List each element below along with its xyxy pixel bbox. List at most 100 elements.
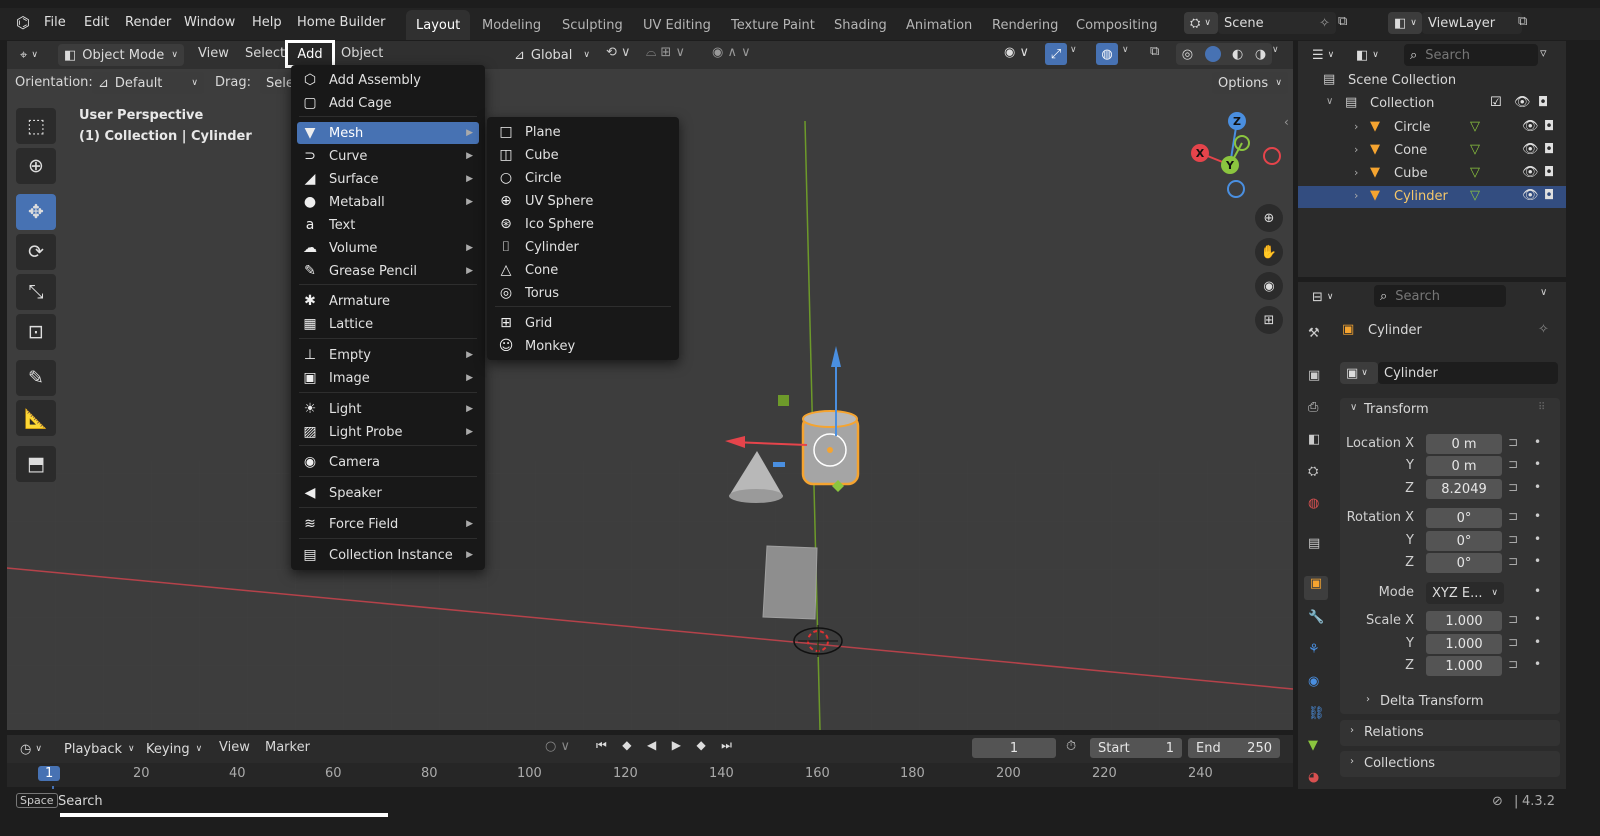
keyframe-dot-icon[interactable]: • (1534, 457, 1541, 471)
tab-rendering[interactable]: Rendering (982, 10, 1068, 40)
outliner-search-input[interactable]: ⌕ Search (1404, 44, 1538, 66)
add-menu-item-metaball[interactable]: ● Metaball ▶ (297, 191, 479, 213)
lock-icon[interactable]: ⊐ (1508, 532, 1518, 546)
menu-file[interactable]: File (44, 15, 66, 30)
add-menu-item-add-cage[interactable]: ▢ Add Cage (297, 92, 479, 114)
menu-edit[interactable]: Edit (84, 15, 109, 30)
camera-view-icon[interactable]: ◉ (1255, 272, 1283, 300)
shading-mode-group[interactable]: ◎ ◐ ◑ (1176, 43, 1272, 65)
menu-home-builder[interactable]: Home Builder (297, 15, 386, 30)
outliner-display-mode[interactable]: ◧ ∨ (1350, 44, 1386, 66)
current-frame-field[interactable]: 1 (972, 738, 1056, 758)
outliner-row-circle[interactable]: › ▼ Circle ▽ 👁 ◘ (1298, 117, 1566, 139)
viewport-menu-add[interactable]: Add (285, 40, 335, 68)
panel-drag-handle-icon[interactable]: ⠿ (1538, 402, 1545, 413)
outliner-row-cylinder[interactable]: › ▼ Cylinder ▽ 👁 ◘ (1298, 186, 1566, 208)
scale-x-field[interactable]: 1.000 (1426, 611, 1502, 631)
viewport-menu-object[interactable]: Object (341, 46, 383, 61)
relations-title[interactable]: Relations (1364, 725, 1424, 740)
view-layer-name-field[interactable]: ViewLayer (1422, 12, 1522, 34)
properties-options-icon[interactable]: ∨ (1540, 287, 1547, 298)
next-keyframe-icon[interactable]: ◆ (696, 738, 705, 758)
viewport-menu-select[interactable]: Select (245, 46, 285, 61)
location-y-field[interactable]: 0 m (1426, 456, 1502, 476)
tool-tab-icon[interactable]: ⚒ (1308, 326, 1320, 341)
scale-tool[interactable]: ⤡ (16, 274, 56, 310)
gizmo-toggle-icon[interactable]: ⤢ (1045, 43, 1067, 65)
scene-name-field[interactable]: Scene ✧ (1218, 12, 1336, 34)
add-menu-item-mesh[interactable]: ▼ Mesh ▶ (297, 122, 479, 144)
viewport-menu-view[interactable]: View (198, 46, 229, 61)
shading-dropdown-icon[interactable]: ∨ (1272, 45, 1279, 55)
proportional-editing-icon[interactable]: ◉ ∧ ∨ (712, 45, 751, 60)
jump-start-icon[interactable]: ⏮ (596, 738, 607, 758)
editor-type-button[interactable]: ⌖ ∨ (14, 44, 50, 66)
lock-icon[interactable]: ⊐ (1508, 554, 1518, 568)
annotate-tool[interactable]: ✎ (16, 360, 56, 396)
mesh-data-icon[interactable]: ▽ (1470, 119, 1480, 134)
visibility-eye-icon[interactable]: 👁 (1522, 119, 1539, 134)
tab-animation[interactable]: Animation (896, 10, 982, 40)
lock-icon[interactable]: ⊐ (1508, 635, 1518, 649)
output-tab-icon[interactable]: ⎙ (1308, 400, 1318, 415)
object-tab-icon[interactable]: ▣ (1304, 576, 1328, 600)
keyframe-dot-icon[interactable]: • (1534, 635, 1541, 649)
outliner-row-cone[interactable]: › ▼ Cone ▽ 👁 ◘ (1298, 140, 1566, 162)
lock-icon[interactable]: ⊐ (1508, 480, 1518, 494)
play-icon[interactable]: ▶ (672, 738, 681, 758)
render-camera-icon[interactable]: ◘ (1544, 188, 1554, 203)
timeline-editor-type[interactable]: ◷ ∨ (14, 738, 50, 760)
new-scene-icon[interactable]: ⧉ (1338, 14, 1347, 29)
scale-y-field[interactable]: 1.000 (1426, 634, 1502, 654)
keyframe-dot-icon[interactable]: • (1534, 554, 1541, 568)
mesh-menu-item-cube[interactable]: ◫ Cube (493, 144, 673, 166)
jump-end-icon[interactable]: ⏭ (721, 738, 732, 758)
mesh-menu-item-uv-sphere[interactable]: ⊕ UV Sphere (493, 190, 673, 212)
material-tab-icon[interactable]: ◕ (1308, 770, 1319, 785)
overlay-dropdown-icon[interactable]: ∨ (1122, 45, 1129, 55)
visibility-eye-icon[interactable]: 👁 (1522, 142, 1539, 157)
scene-collection-label[interactable]: Scene Collection (1348, 73, 1456, 88)
prev-keyframe-icon[interactable]: ◆ (622, 738, 631, 758)
tab-uv-editing[interactable]: UV Editing (633, 10, 721, 40)
render-camera-icon[interactable]: ◘ (1544, 165, 1554, 180)
view-layer-selector-button[interactable]: ◧ ∨ (1388, 12, 1422, 34)
add-menu-item-force-field[interactable]: ≋ Force Field ▶ (297, 513, 479, 535)
options-dropdown[interactable]: Options ∨ (1212, 72, 1288, 94)
measure-tool[interactable]: 📐 (16, 400, 56, 436)
perspective-toggle-icon[interactable]: ⊞ (1255, 306, 1283, 334)
keyframe-dot-icon[interactable]: • (1534, 435, 1541, 449)
scene-tab-icon[interactable]: ⛭ (1308, 464, 1318, 479)
tab-layout[interactable]: Layout (406, 10, 471, 40)
add-menu-item-light[interactable]: ☀ Light ▶ (297, 398, 479, 420)
transform-collapse-icon[interactable]: ∨ (1350, 402, 1357, 413)
expand-arrow-icon[interactable]: › (1354, 189, 1358, 202)
mesh-data-icon[interactable]: ▽ (1470, 142, 1480, 157)
delta-transform-title[interactable]: Delta Transform (1380, 694, 1483, 709)
lock-icon[interactable]: ⊐ (1508, 612, 1518, 626)
overlay-toggle-icon[interactable]: ◍ (1096, 43, 1118, 65)
menu-render[interactable]: Render (125, 15, 171, 30)
add-menu-item-empty[interactable]: ⊥ Empty ▶ (297, 344, 479, 366)
frame-start-field[interactable]: Start 1 (1090, 738, 1182, 758)
rotation-z-field[interactable]: 0° (1426, 553, 1502, 573)
location-z-field[interactable]: 8.2049 (1426, 479, 1502, 499)
mesh-menu-item-cylinder[interactable]: ⌷ Cylinder (493, 236, 673, 258)
scale-z-field[interactable]: 1.000 (1426, 656, 1502, 676)
mesh-data-icon[interactable]: ▽ (1470, 165, 1480, 180)
tab-shading[interactable]: Shading (824, 10, 897, 40)
particles-tab-icon[interactable]: ⚘ (1308, 642, 1320, 657)
keyframe-dot-icon[interactable]: • (1534, 657, 1541, 671)
add-menu-item-lattice[interactable]: ▦ Lattice (297, 313, 479, 335)
play-reverse-icon[interactable]: ◀ (647, 738, 656, 758)
rotation-y-field[interactable]: 0° (1426, 531, 1502, 551)
cursor-tool[interactable]: ⊕ (16, 148, 56, 184)
pan-hand-icon[interactable]: ✋ (1255, 238, 1283, 266)
rotation-mode-dropdown[interactable]: XYZ E... ∨ (1426, 582, 1504, 604)
menu-help[interactable]: Help (252, 15, 282, 30)
render-camera-icon[interactable]: ◘ (1544, 142, 1554, 157)
render-tab-icon[interactable]: ▣ (1308, 368, 1320, 383)
properties-search-input[interactable]: ⌕ Search (1374, 285, 1506, 307)
collections-expand-icon[interactable]: › (1350, 756, 1354, 767)
add-menu-item-curve[interactable]: ⊃ Curve ▶ (297, 145, 479, 167)
